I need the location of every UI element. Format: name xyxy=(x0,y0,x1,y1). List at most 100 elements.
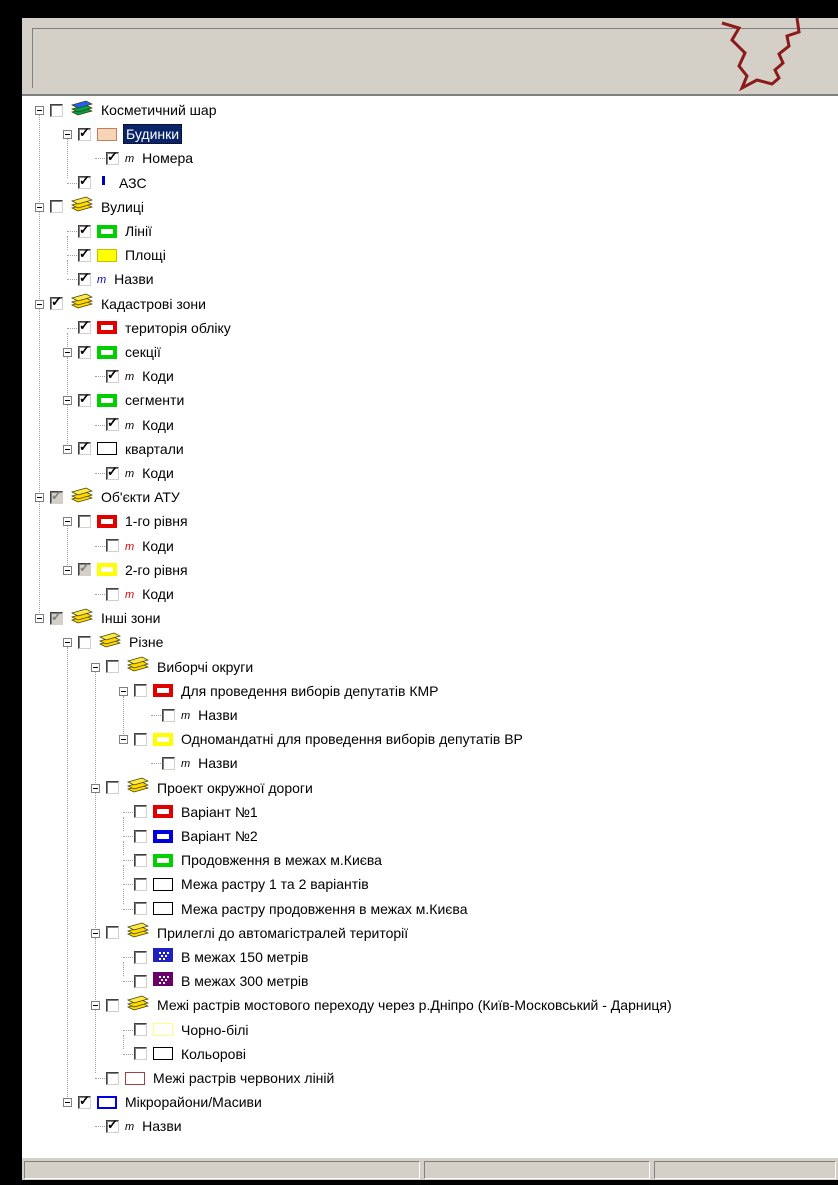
layer-visibility-checkbox[interactable] xyxy=(78,514,91,528)
tree-node[interactable]: Площі xyxy=(78,243,168,267)
tree-node-label[interactable]: Межі растрів мостового переходу через р.… xyxy=(155,996,674,1014)
tree-node-label[interactable]: 1-го рівня xyxy=(123,512,190,530)
tree-expander[interactable] xyxy=(91,1001,100,1011)
tree-node-label[interactable]: Проект окружної дороги xyxy=(155,779,315,797)
tree-node[interactable]: Для проведення виборів депутатів КМР xyxy=(134,679,440,703)
tree-node[interactable]: Продовження в межах м.Києва xyxy=(134,848,384,872)
tree-node[interactable]: т Назви xyxy=(106,1114,184,1138)
tree-node-label[interactable]: Чорно-білі xyxy=(179,1021,251,1039)
layer-visibility-checkbox[interactable] xyxy=(134,684,147,698)
layer-visibility-checkbox[interactable] xyxy=(106,149,119,165)
layer-visibility-checkbox[interactable] xyxy=(78,173,91,190)
tree-expander[interactable] xyxy=(91,783,100,793)
layer-visibility-checkbox[interactable] xyxy=(106,587,119,601)
tree-node-label[interactable]: Назви xyxy=(196,754,239,772)
layer-visibility-checkbox[interactable] xyxy=(106,539,119,553)
tree-node[interactable]: Проект окружної дороги xyxy=(106,776,315,800)
tree-expander[interactable] xyxy=(119,735,128,745)
tree-node[interactable]: т Назви xyxy=(162,703,240,727)
layer-visibility-checkbox[interactable] xyxy=(106,415,119,432)
tree-node-label[interactable]: Косметичний шар xyxy=(99,101,218,119)
tree-node-label[interactable]: Прилеглі до автомагістралей території xyxy=(155,924,410,942)
tree-node-label[interactable]: сегменти xyxy=(123,391,186,409)
tree-expander[interactable] xyxy=(35,299,44,309)
tree-expander[interactable] xyxy=(91,928,100,938)
tree-node-label[interactable]: Різне xyxy=(127,633,165,651)
layer-visibility-checkbox[interactable] xyxy=(50,200,63,214)
tree-node[interactable]: секції xyxy=(78,340,163,364)
layer-visibility-checkbox[interactable] xyxy=(134,950,147,964)
tree-node[interactable]: Межі растрів червоних ліній xyxy=(106,1066,336,1090)
layer-visibility-checkbox[interactable] xyxy=(78,246,91,262)
tree-node[interactable]: т Номера xyxy=(106,146,195,170)
tree-node-label[interactable]: Кадастрові зони xyxy=(99,295,208,313)
tree-node-label[interactable]: Коди xyxy=(140,367,176,385)
tree-expander[interactable] xyxy=(35,614,44,624)
layer-visibility-checkbox[interactable] xyxy=(50,609,63,625)
layer-visibility-checkbox[interactable] xyxy=(106,781,119,795)
tree-node-label[interactable]: Виборчі округи xyxy=(155,658,255,676)
layer-visibility-checkbox[interactable] xyxy=(78,1093,91,1109)
tree-expander[interactable] xyxy=(35,493,44,503)
layer-visibility-checkbox[interactable] xyxy=(134,805,147,819)
tree-node-label[interactable]: Коди xyxy=(140,537,176,555)
tree-node-label[interactable]: Площі xyxy=(123,246,168,264)
layer-visibility-checkbox[interactable] xyxy=(106,660,119,674)
layer-visibility-checkbox[interactable] xyxy=(106,1071,119,1085)
tree-node[interactable]: т Коди xyxy=(106,461,176,485)
tree-node[interactable]: Межі растрів мостового переходу через р.… xyxy=(106,993,674,1017)
tree-node-label[interactable]: Варіант №1 xyxy=(179,803,260,821)
tree-node-label[interactable]: Продовження в межах м.Києва xyxy=(179,851,384,869)
tree-expander[interactable] xyxy=(63,348,72,357)
tree-node[interactable]: т Коди xyxy=(106,413,176,437)
tree-expander[interactable] xyxy=(63,565,72,575)
tree-node[interactable]: Чорно-білі xyxy=(134,1018,251,1042)
tree-node[interactable]: Одномандатні для проведення виборів депу… xyxy=(134,727,525,751)
layer-visibility-checkbox[interactable] xyxy=(50,103,63,117)
tree-node-label[interactable]: Інші зони xyxy=(99,609,162,627)
tree-node[interactable]: Кольорові xyxy=(134,1042,248,1066)
tree-expander[interactable] xyxy=(63,517,72,527)
tree-node-label[interactable]: Коди xyxy=(140,464,176,482)
tree-node[interactable]: АЗС xyxy=(78,171,149,195)
layer-visibility-checkbox[interactable] xyxy=(106,367,119,383)
tree-node[interactable]: Межа растру 1 та 2 варіантів xyxy=(134,872,371,896)
tree-node[interactable]: Варіант №2 xyxy=(134,824,260,848)
tree-node[interactable]: Лінії xyxy=(78,219,154,243)
tree-node[interactable]: сегменти xyxy=(78,388,186,412)
layer-visibility-checkbox[interactable] xyxy=(134,974,147,988)
tree-node-label[interactable]: Варіант №2 xyxy=(179,827,260,845)
tree-expander[interactable] xyxy=(91,662,100,672)
tree-node[interactable]: т Назви xyxy=(78,267,156,291)
tree-node[interactable]: 1-го рівня xyxy=(78,509,190,533)
layer-visibility-checkbox[interactable] xyxy=(78,125,91,141)
tree-node-label[interactable]: Назви xyxy=(140,1117,183,1135)
tree-node-label[interactable]: квартали xyxy=(123,440,186,458)
layer-visibility-checkbox[interactable] xyxy=(134,877,147,891)
tree-node-label[interactable]: В межах 150 метрів xyxy=(179,948,310,966)
tree-node[interactable]: територія обліку xyxy=(78,316,233,340)
layer-visibility-checkbox[interactable] xyxy=(78,635,91,649)
layer-visibility-checkbox[interactable] xyxy=(50,294,63,311)
tree-node[interactable]: квартали xyxy=(78,437,186,461)
tree-node[interactable]: Різне xyxy=(78,630,165,654)
layer-visibility-checkbox[interactable] xyxy=(134,853,147,867)
layer-visibility-checkbox[interactable] xyxy=(78,270,91,286)
tree-node-label[interactable]: секції xyxy=(123,343,163,361)
layer-visibility-checkbox[interactable] xyxy=(78,439,91,456)
layer-visibility-checkbox[interactable] xyxy=(78,391,91,407)
tree-node[interactable]: Межа растру продовження в межах м.Києва xyxy=(134,897,469,921)
tree-node[interactable]: Мікрорайони/Масиви xyxy=(78,1090,264,1114)
tree-node-label[interactable]: Коди xyxy=(140,585,176,603)
layer-visibility-checkbox[interactable] xyxy=(134,829,147,843)
layer-visibility-checkbox[interactable] xyxy=(78,222,91,238)
tree-node-label[interactable]: В межах 300 метрів xyxy=(179,972,310,990)
tree-node-label[interactable]: 2-го рівня xyxy=(123,561,190,579)
tree-node[interactable]: т Коди xyxy=(106,582,176,606)
tree-node-label[interactable]: Об'єкти АТУ xyxy=(99,488,182,506)
layer-visibility-checkbox[interactable] xyxy=(134,902,147,916)
tree-node-label[interactable]: Вулиці xyxy=(99,198,146,216)
tree-expander[interactable] xyxy=(119,686,128,696)
layer-visibility-checkbox[interactable] xyxy=(162,708,175,722)
tree-node[interactable]: т Коди xyxy=(106,534,176,558)
